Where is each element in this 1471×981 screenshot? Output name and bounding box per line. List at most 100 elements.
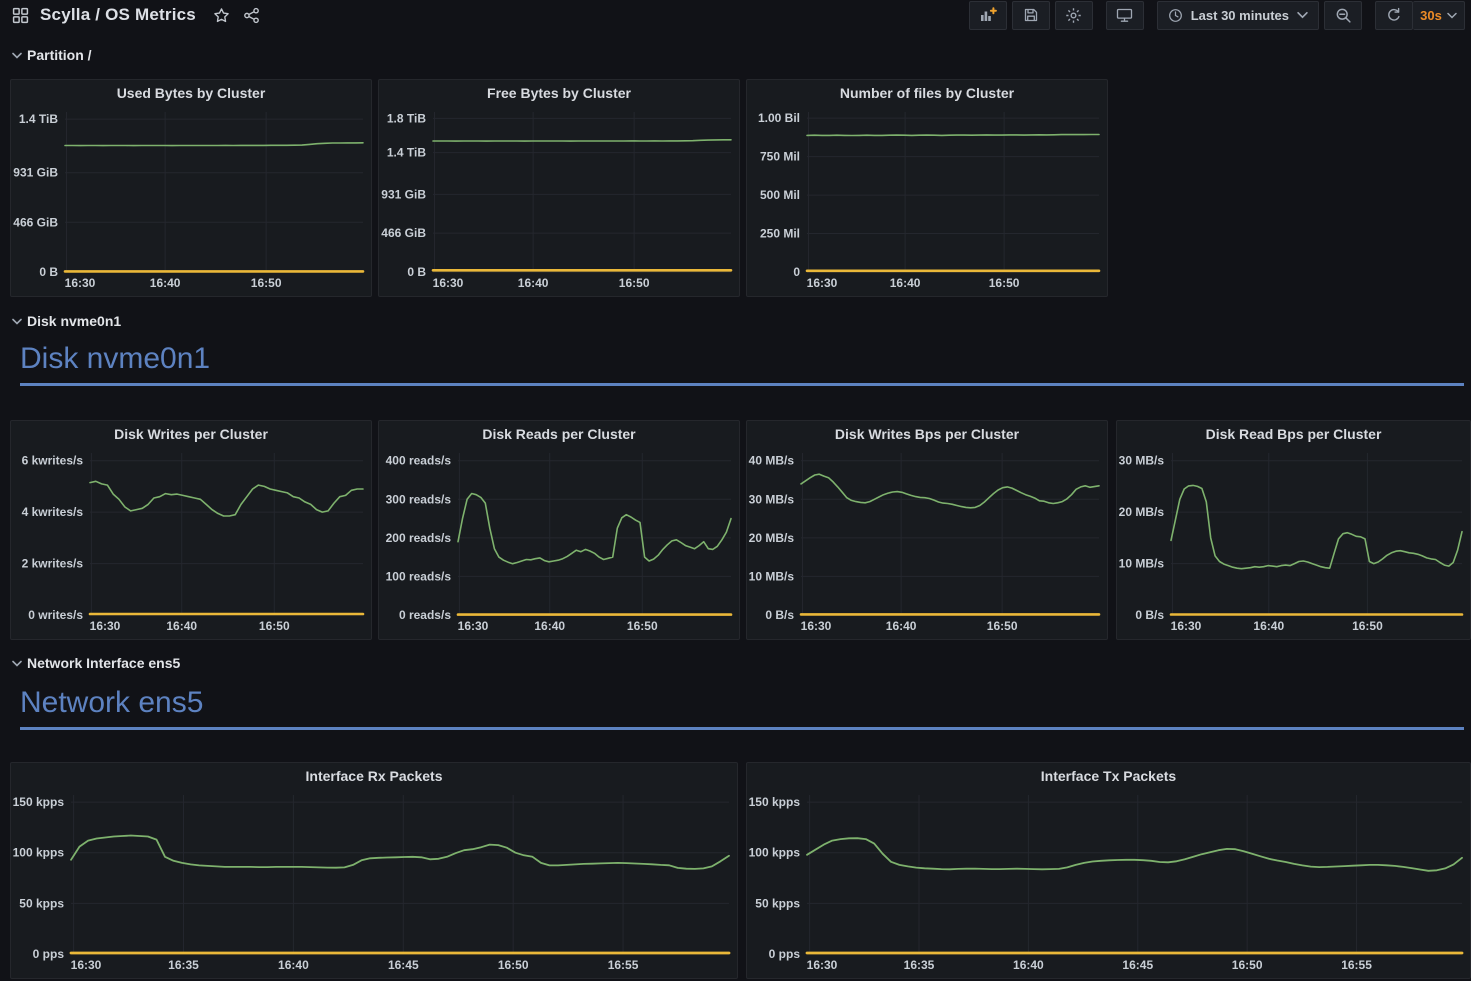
chart-disk-reads[interactable]: 400 reads/s300 reads/s200 reads/s100 rea… xyxy=(379,447,739,637)
svg-text:466 GiB: 466 GiB xyxy=(381,226,426,240)
svg-text:750 Mil: 750 Mil xyxy=(760,150,800,164)
save-dashboard-button[interactable] xyxy=(1012,1,1050,30)
dashboard-title[interactable]: Scylla / OS Metrics xyxy=(40,5,196,25)
svg-text:0: 0 xyxy=(793,265,800,279)
section-row-disk[interactable]: Disk nvme0n1 xyxy=(12,312,121,330)
svg-text:16:30: 16:30 xyxy=(65,276,96,290)
settings-button[interactable] xyxy=(1055,1,1093,30)
chart-disk-writes-bps[interactable]: 40 MB/s30 MB/s20 MB/s10 MB/s0 B/s16:3016… xyxy=(747,447,1107,637)
svg-text:16:40: 16:40 xyxy=(278,958,309,972)
chart-tx-packets[interactable]: 150 kpps100 kpps50 kpps0 pps16:3016:3516… xyxy=(747,789,1470,976)
panel-title-disk-read-bps[interactable]: Disk Read Bps per Cluster xyxy=(1117,421,1470,447)
section-label-partition: Partition / xyxy=(27,47,92,63)
section-row-partition[interactable]: Partition / xyxy=(12,46,92,64)
tv-mode-button[interactable] xyxy=(1106,1,1144,30)
panel-title-tx-packets[interactable]: Interface Tx Packets xyxy=(747,763,1470,789)
svg-text:16:30: 16:30 xyxy=(458,619,489,633)
svg-text:16:35: 16:35 xyxy=(904,958,935,972)
panel-title-disk-writes[interactable]: Disk Writes per Cluster xyxy=(11,421,371,447)
section-label-network: Network Interface ens5 xyxy=(27,655,180,671)
svg-text:300 reads/s: 300 reads/s xyxy=(386,492,452,506)
chevron-down-icon xyxy=(12,660,22,667)
svg-text:16:50: 16:50 xyxy=(498,958,529,972)
panel-rx-packets: Interface Rx Packets 150 kpps100 kpps50 … xyxy=(10,762,738,979)
svg-text:40 MB/s: 40 MB/s xyxy=(749,454,795,468)
chart-free-bytes[interactable]: 1.8 TiB1.4 TiB931 GiB466 GiB0 B16:3016:4… xyxy=(379,106,739,294)
svg-text:20 MB/s: 20 MB/s xyxy=(749,531,795,545)
svg-text:1.00 Bil: 1.00 Bil xyxy=(758,111,800,125)
svg-text:16:40: 16:40 xyxy=(166,619,197,633)
svg-text:16:55: 16:55 xyxy=(608,958,639,972)
svg-text:16:50: 16:50 xyxy=(627,619,658,633)
svg-text:16:50: 16:50 xyxy=(989,276,1020,290)
svg-text:0 B/s: 0 B/s xyxy=(765,608,794,622)
svg-text:30 MB/s: 30 MB/s xyxy=(1119,454,1165,468)
panel-tx-packets: Interface Tx Packets 150 kpps100 kpps50 … xyxy=(746,762,1471,979)
panel-disk-reads: Disk Reads per Cluster 400 reads/s300 re… xyxy=(378,420,740,640)
panel-title-file-count[interactable]: Number of files by Cluster xyxy=(747,80,1107,106)
share-icon[interactable] xyxy=(242,5,262,25)
svg-text:16:30: 16:30 xyxy=(90,619,121,633)
chevron-down-icon xyxy=(12,52,22,59)
svg-text:30 MB/s: 30 MB/s xyxy=(749,492,795,506)
svg-text:16:35: 16:35 xyxy=(168,958,199,972)
svg-text:16:50: 16:50 xyxy=(259,619,290,633)
svg-text:16:30: 16:30 xyxy=(71,958,102,972)
svg-text:16:40: 16:40 xyxy=(886,619,917,633)
svg-text:16:45: 16:45 xyxy=(1122,958,1153,972)
section-label-disk: Disk nvme0n1 xyxy=(27,313,121,329)
svg-text:16:30: 16:30 xyxy=(1171,619,1202,633)
svg-text:250 Mil: 250 Mil xyxy=(760,227,800,241)
refresh-interval-picker[interactable]: 30s xyxy=(1413,1,1465,30)
svg-text:2 kwrites/s: 2 kwrites/s xyxy=(22,557,84,571)
panel-title-rx-packets[interactable]: Interface Rx Packets xyxy=(11,763,737,789)
svg-text:0 reads/s: 0 reads/s xyxy=(399,608,451,622)
time-range-picker[interactable]: Last 30 minutes xyxy=(1157,1,1319,30)
panel-title-disk-reads[interactable]: Disk Reads per Cluster xyxy=(379,421,739,447)
plus-icon xyxy=(991,8,996,13)
svg-text:931 GiB: 931 GiB xyxy=(13,166,58,180)
refresh-button-group: 30s xyxy=(1375,1,1465,30)
network-section-heading: Network ens5 xyxy=(20,686,1464,730)
star-icon[interactable] xyxy=(212,5,232,25)
svg-text:10 MB/s: 10 MB/s xyxy=(749,569,795,583)
panel-used-bytes: Used Bytes by Cluster 1.4 TiB931 GiB466 … xyxy=(10,79,372,297)
panel-file-count: Number of files by Cluster 1.00 Bil 750 M… xyxy=(746,79,1108,297)
svg-text:16:50: 16:50 xyxy=(619,276,650,290)
svg-text:16:30: 16:30 xyxy=(433,276,464,290)
chevron-down-icon xyxy=(12,318,22,325)
panel-disk-read-bps: Disk Read Bps per Cluster 30 MB/s20 MB/s… xyxy=(1116,420,1471,640)
svg-text:16:50: 16:50 xyxy=(251,276,282,290)
svg-text:4 kwrites/s: 4 kwrites/s xyxy=(22,505,84,519)
panel-title-free-bytes[interactable]: Free Bytes by Cluster xyxy=(379,80,739,106)
panel-disk-writes-bps: Disk Writes Bps per Cluster 40 MB/s 30 MB… xyxy=(746,420,1108,640)
svg-text:16:40: 16:40 xyxy=(1253,619,1284,633)
refresh-button[interactable] xyxy=(1375,1,1413,30)
chart-disk-read-bps[interactable]: 30 MB/s20 MB/s10 MB/s0 B/s16:3016:4016:5… xyxy=(1117,447,1470,637)
svg-text:466 GiB: 466 GiB xyxy=(13,215,58,229)
panel-title-disk-writes-bps[interactable]: Disk Writes Bps per Cluster xyxy=(747,421,1107,447)
svg-text:100 kpps: 100 kpps xyxy=(749,846,801,860)
svg-text:16:40: 16:40 xyxy=(534,619,565,633)
svg-text:500 Mil: 500 Mil xyxy=(760,188,800,202)
svg-text:6 kwrites/s: 6 kwrites/s xyxy=(22,454,84,468)
svg-text:1.8 TiB: 1.8 TiB xyxy=(387,111,426,125)
apps-grid-icon[interactable] xyxy=(10,5,30,25)
svg-text:0 B/s: 0 B/s xyxy=(1135,608,1164,622)
panel-title-used-bytes[interactable]: Used Bytes by Cluster xyxy=(11,80,371,106)
svg-text:16:40: 16:40 xyxy=(150,276,181,290)
svg-text:931 GiB: 931 GiB xyxy=(381,187,426,201)
svg-text:0 writes/s: 0 writes/s xyxy=(28,608,83,622)
zoom-out-button[interactable] xyxy=(1324,1,1362,30)
svg-text:0 B: 0 B xyxy=(407,265,426,279)
chart-disk-writes[interactable]: 6 kwrites/s 4 kwrites/s 2 kwrites/s 0 write… xyxy=(11,447,371,637)
svg-text:0 pps: 0 pps xyxy=(33,947,65,961)
section-row-network[interactable]: Network Interface ens5 xyxy=(12,654,180,672)
chart-file-count[interactable]: 1.00 Bil750 Mil500 Mil250 Mil016:3016:40… xyxy=(747,106,1107,294)
svg-text:16:50: 16:50 xyxy=(1232,958,1263,972)
clock-icon xyxy=(1168,8,1183,23)
svg-text:16:40: 16:40 xyxy=(890,276,921,290)
chart-rx-packets[interactable]: 150 kpps100 kpps50 kpps0 pps16:3016:3516… xyxy=(11,789,737,976)
chart-used-bytes[interactable]: 1.4 TiB931 GiB466 GiB0 B16:3016:4016:50 xyxy=(11,106,371,294)
add-panel-button[interactable] xyxy=(969,1,1007,30)
